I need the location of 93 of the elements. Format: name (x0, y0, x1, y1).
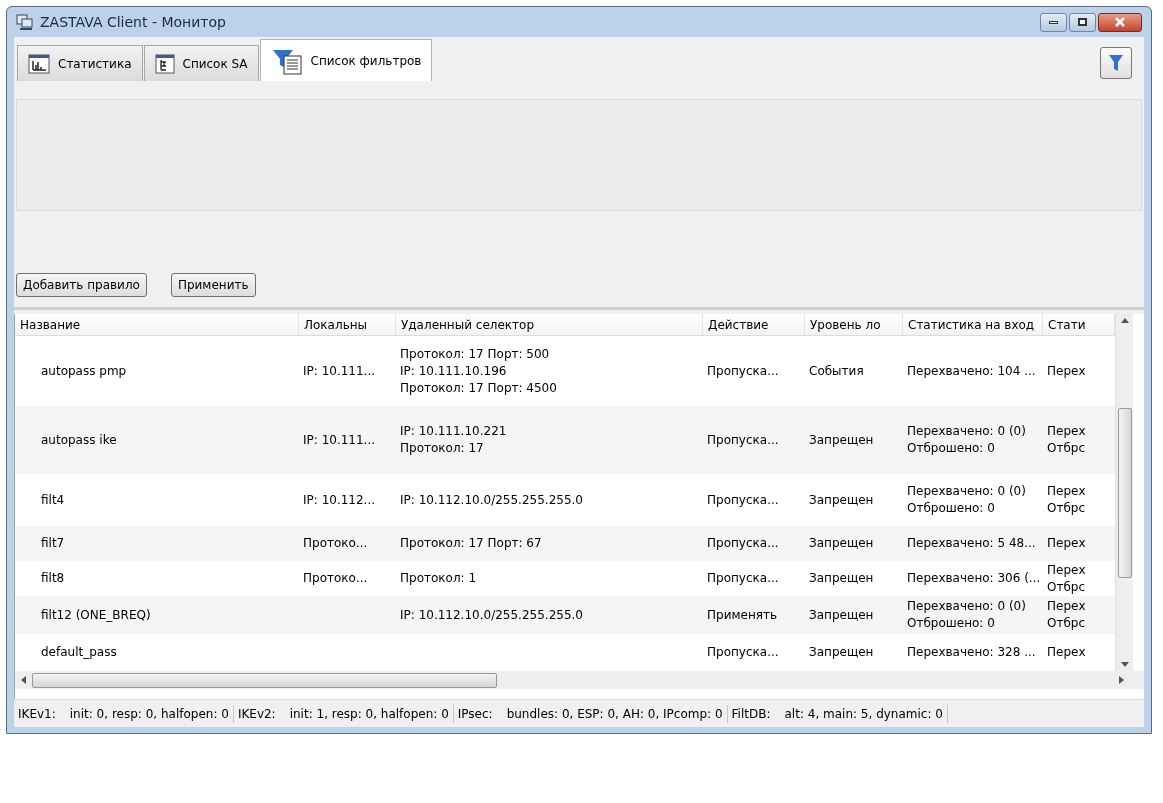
status-value: init: 1, resp: 0, halfopen: 0 (289, 705, 449, 723)
tab[interactable]: Статистика (17, 45, 143, 81)
table-cell-text: default_pass (41, 644, 118, 661)
table-cell-text: Перех (1047, 483, 1087, 500)
table-cell-text: Перех (1047, 362, 1087, 380)
minimize-button[interactable] (1040, 12, 1067, 32)
scroll-up-icon[interactable] (1120, 318, 1129, 323)
tab[interactable]: Список фильтров (259, 39, 433, 81)
table-cell-text: Запрещен (809, 570, 875, 587)
table-cell-text: События (809, 362, 865, 380)
table-cell-text: IP: 10.111.10.221 (400, 423, 508, 440)
table-cell-text: Отбрс (1047, 440, 1087, 457)
table-cell-text: Запрещен (809, 431, 875, 449)
table-cell-text: Протокол: 17 Порт: 500 (400, 345, 551, 363)
table-cell-text: Запрещен (809, 606, 875, 624)
table-cell-text: IP: 10.111... (303, 362, 377, 380)
table-cell-text: Запрещен (809, 644, 875, 661)
table-cell-text: Перех (1047, 535, 1087, 552)
table-cell-text: filt7 (41, 535, 66, 552)
table-cell-text: Запрещен (809, 535, 875, 552)
column-header[interactable]: Локальны (299, 314, 396, 335)
column-header[interactable]: Статистика на вход (903, 314, 1043, 335)
status-label: IPsec: (457, 705, 493, 723)
status-value: init: 0, resp: 0, halfopen: 0 (69, 705, 229, 723)
status-label: IKEv2: (237, 705, 276, 723)
action-button[interactable]: Добавить правило (16, 273, 147, 297)
table-cell-text: IP: 10.112... (303, 491, 377, 509)
table-cell-text: IP: 10.111.10.196 (400, 362, 508, 380)
table-cell-text: Пропуска... (707, 644, 780, 661)
table-cell-text: Пропуска... (707, 570, 780, 587)
chart-icon (28, 53, 50, 74)
table-cell-text: Протоко... (303, 535, 369, 552)
table-cell-text: Отбрс (1047, 615, 1087, 632)
table-cell-text: Отбрс (1047, 578, 1087, 596)
table-row[interactable]: filt7 Протоко... Протокол: 17 Порт: 67 Пропуска... Запрещен Перехвачено: 5 48... Перех (15, 526, 1115, 561)
table-cell-text: Отброшено: 0 (907, 615, 996, 632)
close-button[interactable] (1098, 12, 1142, 32)
table-cell-text: Протокол: 17 (400, 440, 485, 457)
tab[interactable]: Список SA (143, 45, 259, 81)
table-cell-text: autopass ike (41, 431, 118, 449)
table-cell-text: Перехвачено: 5 48... (907, 535, 1037, 552)
status-value: bundles: 0, ESP: 0, AH: 0, IPcomp: 0 (506, 705, 723, 723)
horizontal-scrollbar[interactable] (15, 671, 1144, 689)
scroll-down-icon[interactable] (1120, 662, 1129, 667)
action-button[interactable]: Применить (170, 273, 256, 297)
close-icon (1114, 17, 1126, 27)
table-cell-text: Перех (1047, 423, 1087, 440)
column-header[interactable]: Удаленный селектор (396, 314, 703, 335)
table-cell-text: Перехвачено: 0 (0) (907, 598, 1027, 615)
table-cell-text: IP: 10.111... (303, 431, 377, 449)
column-header[interactable]: Действие (703, 314, 805, 335)
table-cell-text: Протоко... (303, 570, 369, 587)
filter-icon (1108, 53, 1124, 73)
table-row[interactable]: autopass ike IP: 10.111... IP: 10.111.10.221 Протокол: 17 Пропуска... Запрещен Перехвачено: 0 (0) Отброшено: 0 Перех Отбрс (15, 406, 1115, 474)
app-icon (16, 14, 34, 30)
column-header[interactable]: Название (15, 314, 299, 335)
table-cell-text: Запрещен (809, 491, 875, 509)
status-value: alt: 4, main: 5, dynamic: 0 (784, 705, 943, 723)
table-cell-text: Отброшено: 0 (907, 500, 996, 517)
window-title: ZASTAVA Client - Монитор (40, 12, 226, 32)
scroll-left-icon[interactable] (21, 676, 26, 684)
status-label: IKEv1: (18, 705, 56, 723)
table-cell-text: IP: 10.112.10.0/255.255.255.0 (400, 491, 584, 509)
table-cell-text: Перехвачено: 104 ... (907, 362, 1037, 380)
table-cell-text: Протокол: 17 Порт: 67 (400, 535, 543, 552)
table-cell-text: Протокол: 1 (400, 570, 478, 587)
table-cell-text: Перехвачено: 328 ... (907, 644, 1037, 661)
filter-button[interactable] (1100, 47, 1132, 79)
table-cell-text: Отброшено: 0 (907, 440, 996, 457)
table-cell-text: Отбрс (1047, 500, 1087, 517)
table-cell-text: Пропуска... (707, 535, 780, 552)
table-cell-text: Перех (1047, 598, 1087, 615)
table-row[interactable]: filt12 (ONE_BREQ) IP: 10.112.10.0/255.255.255.0 Применять Запрещен Перехвачено: 0 (0) Отброшено: 0 Перех Отбрс (15, 596, 1115, 634)
table-cell-text: Перех (1047, 644, 1087, 661)
table-cell-text: filt12 (ONE_BREQ) (41, 606, 152, 624)
table-cell-text: Пропуска... (707, 491, 780, 509)
table-cell-text: Протокол: 17 Порт: 4500 (400, 379, 558, 397)
scroll-right-icon[interactable] (1119, 676, 1124, 684)
table-cell-text: autopass pmp (41, 362, 128, 380)
table-cell-text: Перехвачено: 306 (... (907, 570, 1042, 587)
table-cell-text: Применять (707, 606, 778, 624)
table-cell-text: Перехвачено: 0 (0) (907, 423, 1027, 440)
maximize-button[interactable] (1069, 12, 1096, 32)
tree-icon (154, 53, 175, 74)
table-cell-text: Перех (1047, 561, 1087, 579)
table-cell-text: Пропуска... (707, 362, 780, 380)
column-header[interactable]: Уровень ло (805, 314, 903, 335)
table-cell-text: IP: 10.112.10.0/255.255.255.0 (400, 606, 584, 624)
table-cell-text: Перехвачено: 0 (0) (907, 483, 1027, 500)
table-cell-text: filt8 (41, 570, 66, 587)
status-label: FiltDB: (731, 705, 771, 723)
table-cell-text: filt4 (41, 491, 66, 509)
table-cell-text: Пропуска... (707, 431, 780, 449)
